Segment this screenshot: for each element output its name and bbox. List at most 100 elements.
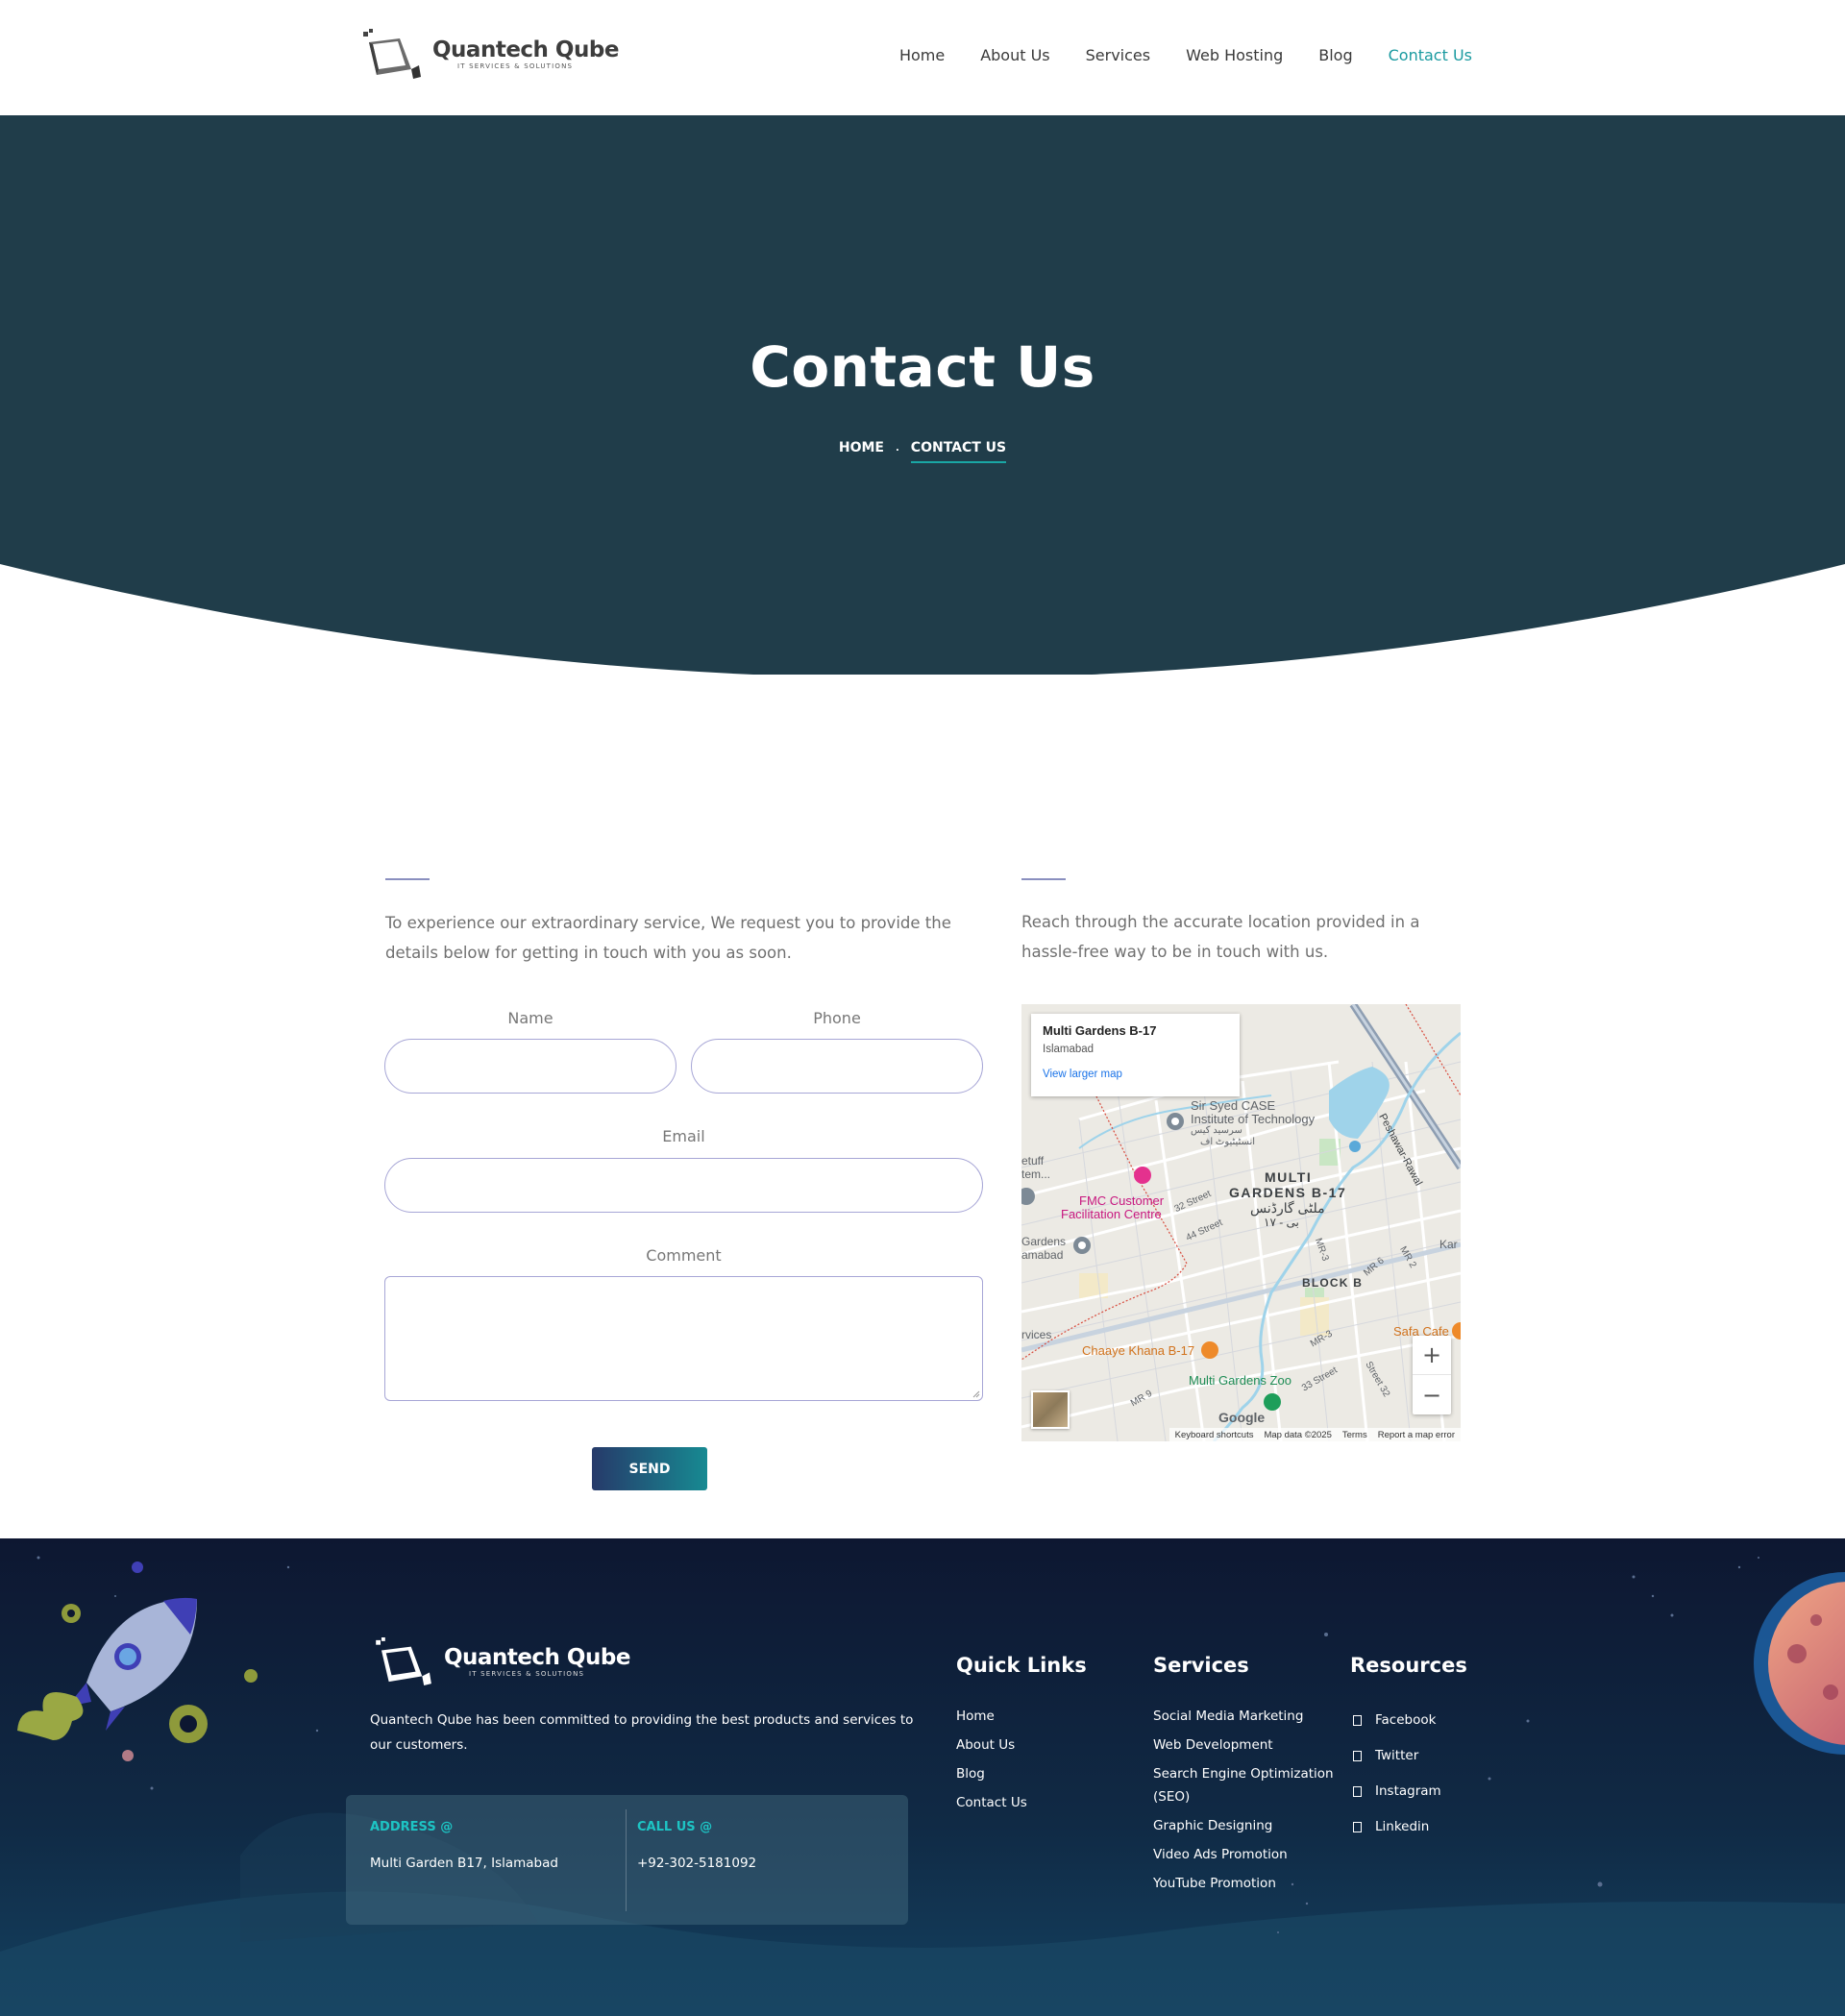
zoom-out-button[interactable]: − [1413,1375,1451,1414]
map-label-area-ur: ملٹی گارڈنس [1250,1200,1325,1216]
map-label-case: Sir Syed CASE [1191,1098,1276,1113]
location-divider [1021,878,1066,880]
map-label-left-5: rvices [1021,1328,1052,1341]
footer-service-seo-abbr[interactable]: (SEO) [1153,1785,1190,1809]
map-label-case-2: Institute of Technology [1191,1112,1316,1126]
map-label-fmc-2: Facilitation Centre [1061,1207,1162,1221]
comment-textarea[interactable] [384,1276,983,1401]
social-twitter[interactable]: Twitter [1353,1748,1418,1763]
map-label-chaaye-khana: Chaaye Khana B-17 [1082,1343,1195,1358]
twitter-icon [1353,1750,1362,1761]
footer-service-web-dev[interactable]: Web Development [1153,1733,1273,1758]
map-label-area-2: GARDENS B-17 [1229,1185,1347,1200]
footer-link-home[interactable]: Home [956,1705,995,1729]
map-keyboard-shortcuts[interactable]: Keyboard shortcuts [1175,1430,1254,1440]
page-title: Contact Us [750,334,1095,400]
map-place-subtitle: Islamabad [1043,1044,1095,1055]
address-value: Multi Garden B17, Islamabad [370,1856,558,1871]
map-label-case-ur-2: انسٹیٹیوٹ اف [1200,1137,1256,1147]
map-zoom-control: + − [1413,1336,1451,1414]
brand-logo[interactable]: Quantech Qube IT SERVICES & SOLUTIONS [361,29,619,79]
view-larger-map-link[interactable]: View larger map [1043,1069,1228,1080]
map-label-zoo: Multi Gardens Zoo [1189,1373,1292,1388]
footer-service-video-ads[interactable]: Video Ads Promotion [1153,1843,1288,1867]
map-label-fmc: FMC Customer [1079,1193,1165,1208]
footer-service-smm[interactable]: Social Media Marketing [1153,1705,1303,1729]
footer-background [0,1538,1845,2016]
map-label-left-2: tem... [1021,1168,1051,1181]
map-report-error-link[interactable]: Report a map error [1378,1430,1455,1440]
satellite-toggle[interactable] [1031,1390,1070,1429]
map-label-left-4: amabad [1021,1248,1064,1262]
phone-input[interactable] [691,1039,983,1094]
nav-contact-us[interactable]: Contact Us [1389,46,1472,64]
map-label-left-3: Gardens [1021,1235,1067,1248]
breadcrumb-separator: . [895,442,899,454]
nav-services[interactable]: Services [1086,46,1150,64]
breadcrumb: HOME . CONTACT US [0,432,1845,463]
footer-service-youtube[interactable]: YouTube Promotion [1153,1872,1276,1896]
linkedin-icon [1353,1821,1362,1832]
map-terms-link[interactable]: Terms [1342,1430,1367,1440]
send-button[interactable]: SEND [592,1447,707,1490]
brand-tagline: IT SERVICES & SOLUTIONS [457,62,574,70]
social-facebook-label: Facebook [1375,1712,1437,1728]
facebook-icon [1353,1714,1362,1726]
nav-about-us[interactable]: About Us [980,46,1049,64]
map-label-left-1: etuff [1021,1154,1045,1168]
nav-web-hosting[interactable]: Web Hosting [1186,46,1283,64]
resize-handle-icon[interactable] [972,1390,980,1398]
footer-service-graphic[interactable]: Graphic Designing [1153,1814,1272,1838]
footer-link-about-us[interactable]: About Us [956,1733,1015,1758]
hero-banner: Contact Us HOME . CONTACT US [0,115,1845,675]
footer-contact-box: ADDRESS @ Multi Garden B17, Islamabad CA… [346,1795,908,1925]
site-header: Quantech Qube IT SERVICES & SOLUTIONS Ho… [0,0,1845,115]
instagram-icon [1353,1785,1362,1797]
main-nav: Home About Us Services Web Hosting Blog … [864,46,1472,64]
resources-title: Resources [1350,1654,1467,1677]
footer-cube-logo-icon [376,1637,431,1685]
quick-links-title: Quick Links [956,1654,1087,1677]
social-linkedin-label: Linkedin [1375,1819,1430,1834]
social-instagram[interactable]: Instagram [1353,1783,1441,1799]
call-us-value[interactable]: +92-302-5181092 [637,1856,756,1871]
form-intro: To experience our extraordinary service,… [385,914,951,962]
location-intro: Reach through the accurate location prov… [1021,913,1420,961]
form-divider [385,878,430,880]
name-input[interactable] [384,1039,676,1094]
footer-service-seo[interactable]: Search Engine Optimization [1153,1762,1334,1786]
footer-brand-tagline: IT SERVICES & SOLUTIONS [469,1670,585,1678]
social-twitter-label: Twitter [1375,1748,1419,1763]
breadcrumb-current: CONTACT US [910,440,1007,463]
social-instagram-label: Instagram [1375,1783,1441,1799]
breadcrumb-home[interactable]: HOME [839,440,884,455]
footer-link-blog[interactable]: Blog [956,1762,985,1786]
map-label-block-b: BLOCK B [1302,1276,1364,1290]
map-label-area: MULTI [1265,1169,1313,1185]
nav-home[interactable]: Home [899,46,945,64]
social-facebook[interactable]: Facebook [1353,1712,1436,1728]
footer-link-contact-us[interactable]: Contact Us [956,1791,1027,1815]
site-footer: Quantech Qube IT SERVICES & SOLUTIONS Qu… [0,1538,1845,2016]
google-logo: Google [1218,1410,1266,1425]
embedded-map[interactable]: Sir Syed CASE Institute of Technology سر… [1021,1004,1461,1441]
map-data-credit: Map data ©2025 [1264,1429,1332,1440]
footer-logo[interactable]: Quantech Qube IT SERVICES & SOLUTIONS [373,1637,630,1685]
cube-logo-icon [363,29,421,79]
brand-name: Quantech Qube [432,37,619,62]
zoom-in-button[interactable]: + [1413,1336,1451,1375]
nav-blog[interactable]: Blog [1318,46,1352,64]
footer-brand-name: Quantech Qube [444,1645,630,1670]
email-label: Email [662,1127,705,1145]
email-input[interactable] [384,1158,983,1213]
social-linkedin[interactable]: Linkedin [1353,1819,1429,1834]
phone-label: Phone [813,1009,861,1027]
map-label-case-ur: سرسید کیس [1191,1125,1242,1136]
footer-about-text: Quantech Qube has been committed to prov… [370,1712,914,1753]
map-place-title: Multi Gardens B-17 [1043,1023,1157,1038]
call-us-label: CALL US @ [637,1820,713,1834]
map-label-area-ur-2: بی - ١٧ [1264,1216,1299,1229]
contact-box-divider [626,1809,627,1911]
map-attribution-bar: Keyboard shortcuts Map data ©2025 Terms … [1168,1428,1461,1441]
map-label-kar: Kar [1439,1238,1458,1251]
